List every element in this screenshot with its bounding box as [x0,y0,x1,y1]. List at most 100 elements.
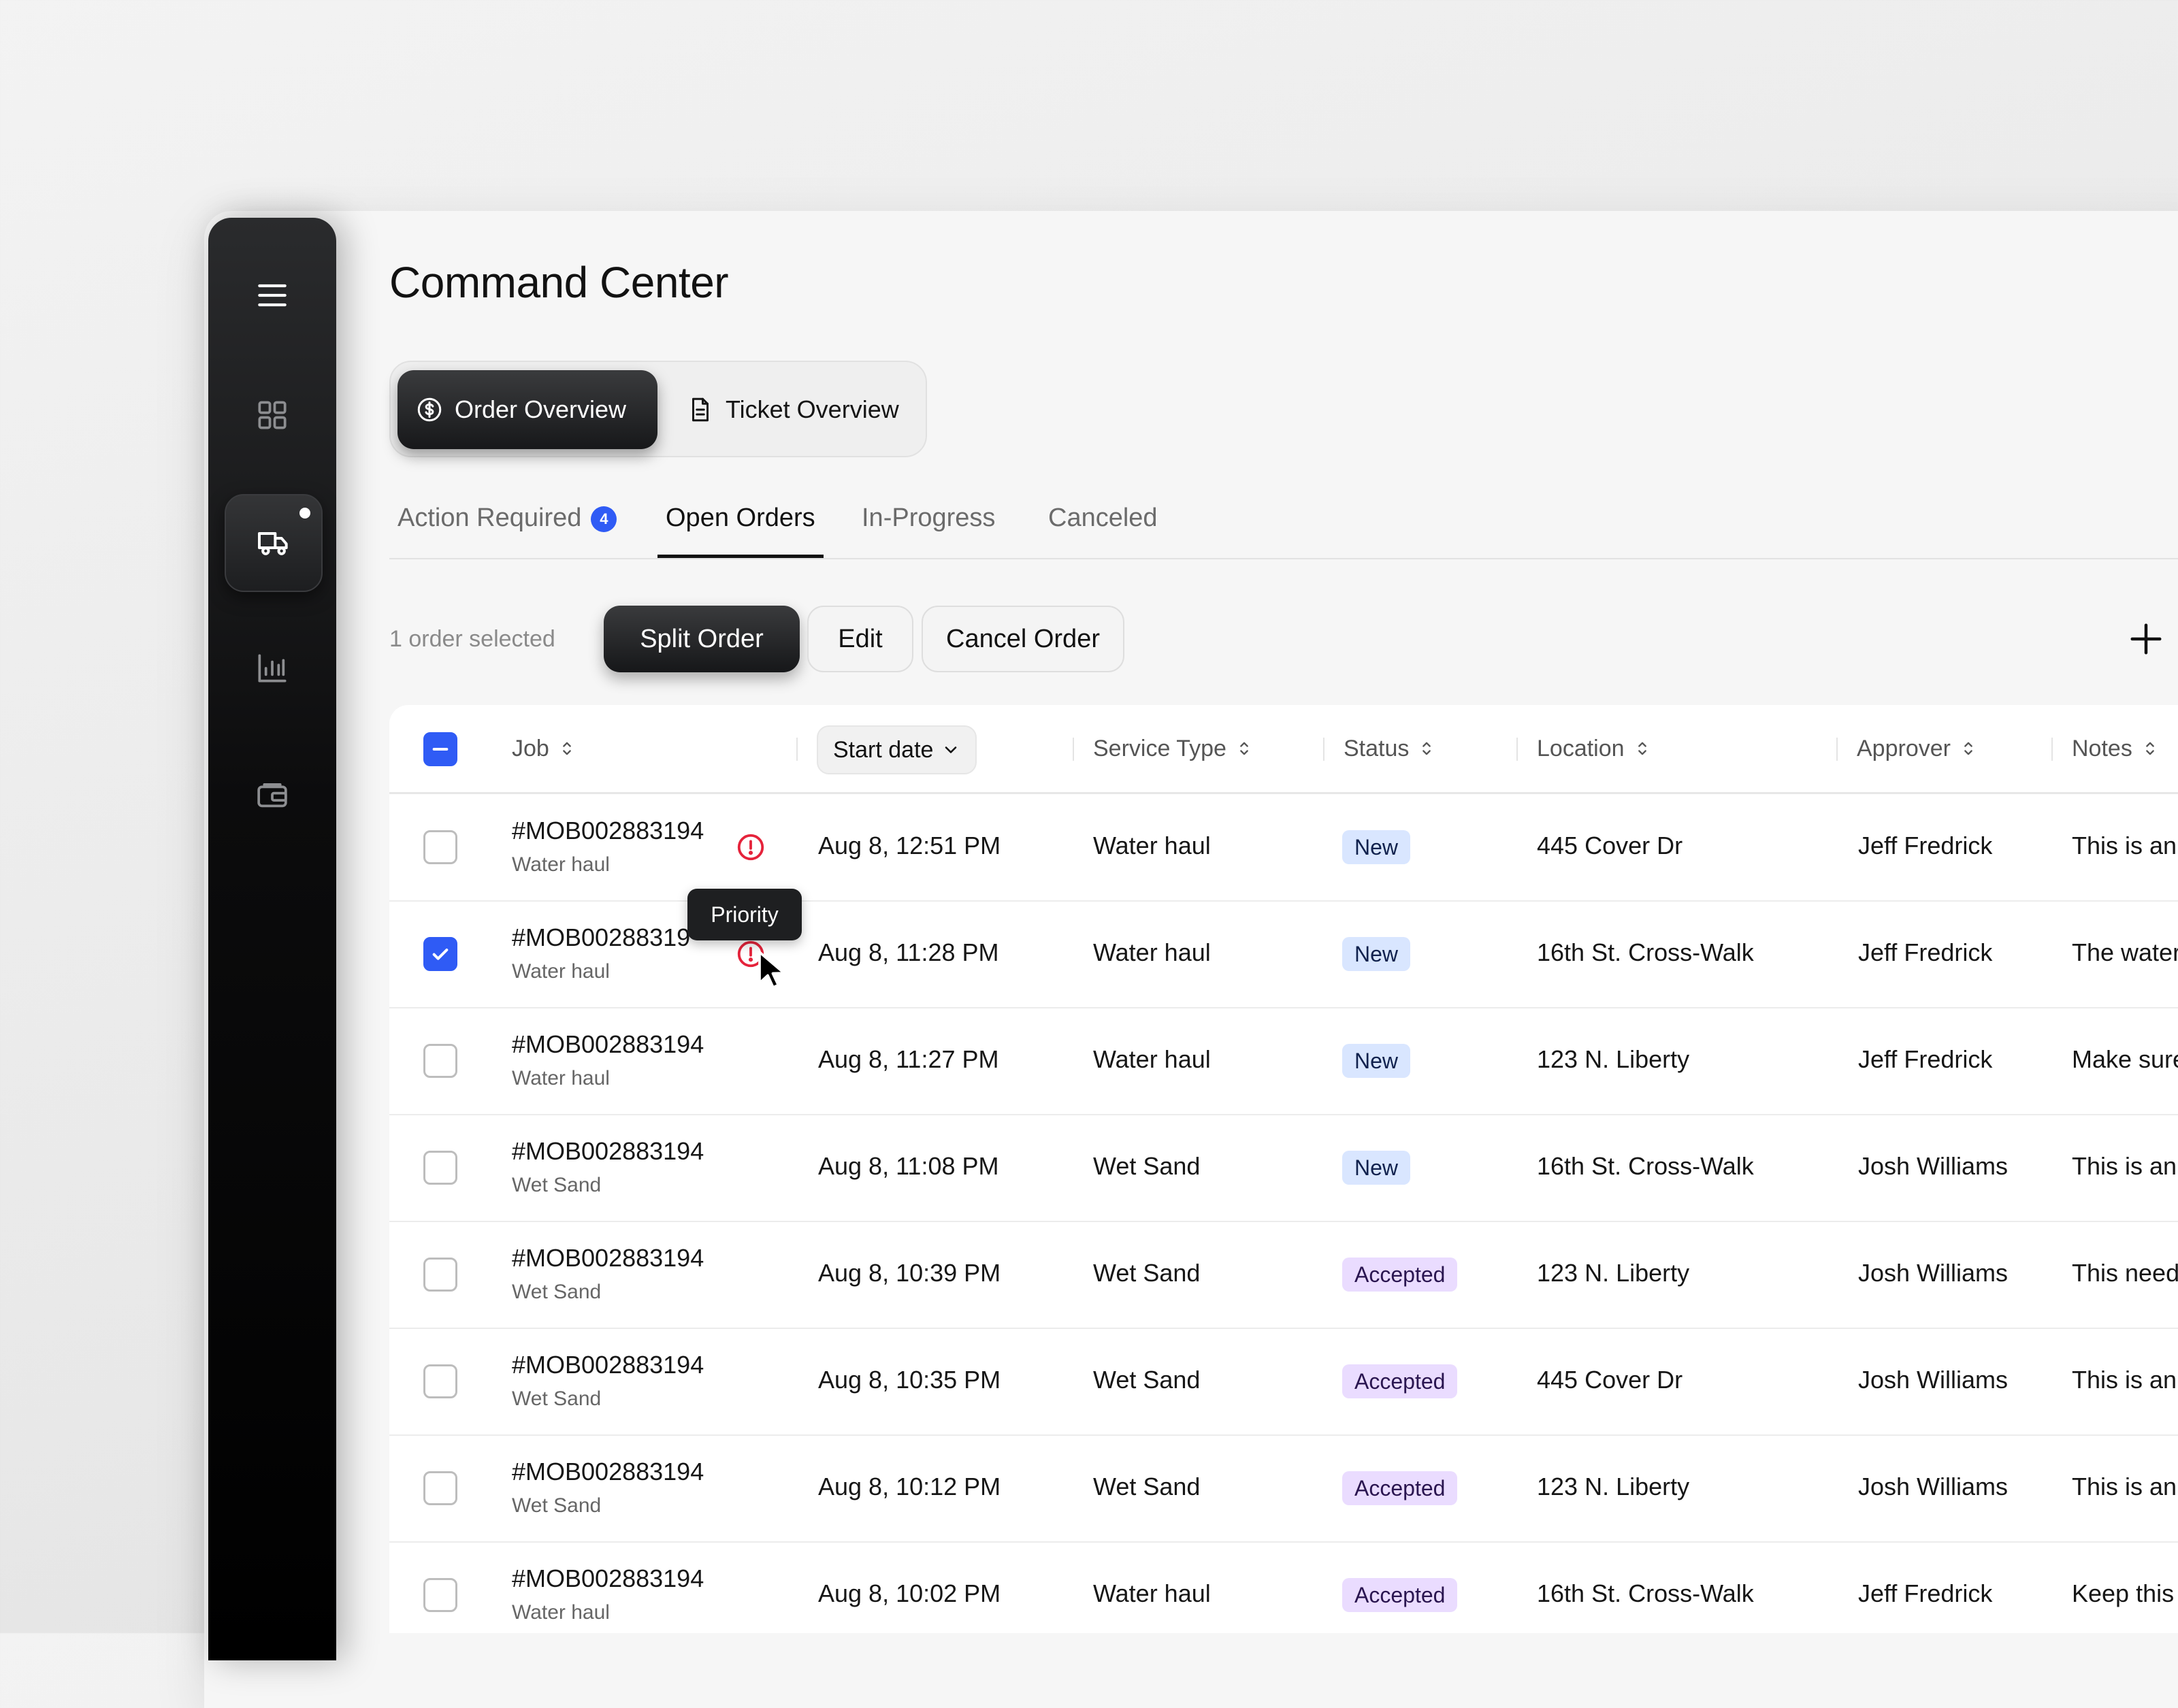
table-row[interactable]: #MOB00288319 Water haul Aug 8, 11:28 PM … [389,900,2178,1008]
service-type: Wet Sand [1093,1366,1201,1394]
wallet-icon [257,783,287,808]
tab-label: In-Progress [862,504,996,532]
cancel-order-button[interactable]: Cancel Order [922,606,1124,672]
sidebar [208,218,336,1660]
tab-label: Open Orders [666,504,815,532]
column-divider [1836,738,1838,761]
column-header-job[interactable]: Job [512,705,576,792]
priority-tooltip: Priority [687,889,802,940]
job-id: #MOB002883194 [512,1458,704,1485]
table-row[interactable]: #MOB002883194 Water haul Aug 8, 12:51 PM… [389,793,2178,902]
nav-dashboard[interactable] [225,367,320,463]
page-title: Command Center [389,258,729,307]
status-badge: Accepted [1342,1258,1458,1292]
column-header-status[interactable]: Status [1344,705,1436,792]
tab-in-progress[interactable]: In-Progress [862,497,995,557]
table-row[interactable]: #MOB002883194 Water haul Aug 8, 10:02 PM… [389,1541,2178,1633]
column-header-location[interactable]: Location [1537,705,1652,792]
bulk-action-toolbar: 1 order selected Split Order Edit Cancel… [389,606,2178,674]
chevron-down-icon [945,746,957,753]
location: 445 Cover Dr [1537,1366,1683,1394]
add-icon[interactable] [2128,621,2164,657]
header-label: Location [1537,735,1625,761]
dollar-circle-icon [417,397,442,422]
order-overview-button[interactable]: Order Overview [397,370,657,449]
service-type: Wet Sand [1093,1152,1201,1180]
header-label: Status [1344,735,1410,761]
table-row[interactable]: #MOB002883194 Wet Sand Aug 8, 10:12 PM W… [389,1434,2178,1543]
approver: Josh Williams [1858,1152,2009,1180]
approver: Josh Williams [1858,1366,2009,1394]
row-checkbox[interactable] [423,1258,457,1292]
grid-icon [258,401,287,429]
notification-dot [299,508,310,519]
row-checkbox[interactable] [423,937,457,971]
row-checkbox[interactable] [423,1471,457,1505]
header-label: Job [512,735,549,761]
location: 123 N. Liberty [1537,1045,1690,1073]
notes: Keep this [2072,1579,2175,1607]
start-date: Aug 8, 11:28 PM [818,938,999,966]
minus-icon [432,748,449,751]
column-header-service-type[interactable]: Service Type [1093,705,1254,792]
service-type: Water haul [1093,1045,1211,1073]
job-id: #MOB002883194 [512,1564,704,1592]
table-row[interactable]: #MOB002883194 Wet Sand Aug 8, 10:39 PM W… [389,1221,2178,1329]
approver: Josh Williams [1858,1259,2009,1287]
status-badge: New [1342,1044,1411,1078]
tab-label: Canceled [1048,504,1158,532]
table-row[interactable]: #MOB002883194 Wet Sand Aug 8, 10:35 PM W… [389,1328,2178,1436]
location: 445 Cover Dr [1537,832,1683,859]
split-order-button[interactable]: Split Order [604,606,800,672]
column-divider [1516,738,1518,761]
table-row[interactable]: #MOB002883194 Water haul Aug 8, 11:27 PM… [389,1007,2178,1115]
view-toggle: Order Overview Ticket Overview [389,361,927,457]
sort-icon [1638,742,1646,755]
start-date: Aug 8, 11:27 PM [818,1045,999,1073]
header-label: Notes [2072,735,2132,761]
notes: This is an [2072,1473,2177,1500]
column-header-start-date[interactable]: Start date [817,725,977,774]
status-badge: New [1342,830,1411,864]
row-checkbox[interactable] [423,1364,457,1398]
column-header-approver[interactable]: Approver [1857,705,1978,792]
table-row[interactable]: #MOB002883194 Wet Sand Aug 8, 11:08 PM W… [389,1114,2178,1222]
row-checkbox[interactable] [423,830,457,864]
select-all-checkbox[interactable] [423,732,457,766]
nav-orders[interactable] [225,494,323,592]
location: 16th St. Cross-Walk [1537,1579,1754,1607]
column-header-notes[interactable]: Notes [2072,705,2160,792]
ticket-overview-label: Ticket Overview [726,395,899,423]
start-date: Aug 8, 11:08 PM [818,1152,999,1180]
job-id: #MOB002883194 [512,1137,704,1165]
status-badge: New [1342,1151,1411,1185]
tab-open-orders[interactable]: Open Orders [657,497,824,558]
header-label: Start date [833,736,934,763]
job-subtitle: Water haul [512,853,610,876]
menu-button[interactable] [225,248,320,343]
order-overview-label: Order Overview [455,395,627,423]
approver: Jeff Fredrick [1858,1579,1993,1607]
row-checkbox[interactable] [423,1578,457,1612]
tab-action-required[interactable]: Action Required 4 [397,497,617,557]
row-checkbox[interactable] [423,1044,457,1078]
tab-canceled[interactable]: Canceled [1048,497,1158,557]
orders-table: Job Start date Service Type Status Locat… [389,705,2178,1633]
priority-alert-icon[interactable] [735,832,766,863]
nav-wallet[interactable] [225,747,320,842]
job-subtitle: Wet Sand [512,1281,602,1303]
location: 123 N. Liberty [1537,1473,1690,1500]
row-checkbox[interactable] [423,1151,457,1185]
job-id: #MOB002883194 [512,817,704,844]
checkmark-icon [432,949,449,960]
job-subtitle: Water haul [512,960,610,983]
job-id: #MOB002883194 [512,1351,704,1379]
column-divider [1073,738,1074,761]
service-type: Wet Sand [1093,1259,1201,1287]
edit-button[interactable]: Edit [807,606,913,672]
nav-analytics[interactable] [225,621,320,716]
service-type: Water haul [1093,938,1211,966]
start-date: Aug 8, 10:02 PM [818,1579,1001,1607]
service-type: Water haul [1093,832,1211,859]
ticket-overview-button[interactable]: Ticket Overview [668,370,917,449]
